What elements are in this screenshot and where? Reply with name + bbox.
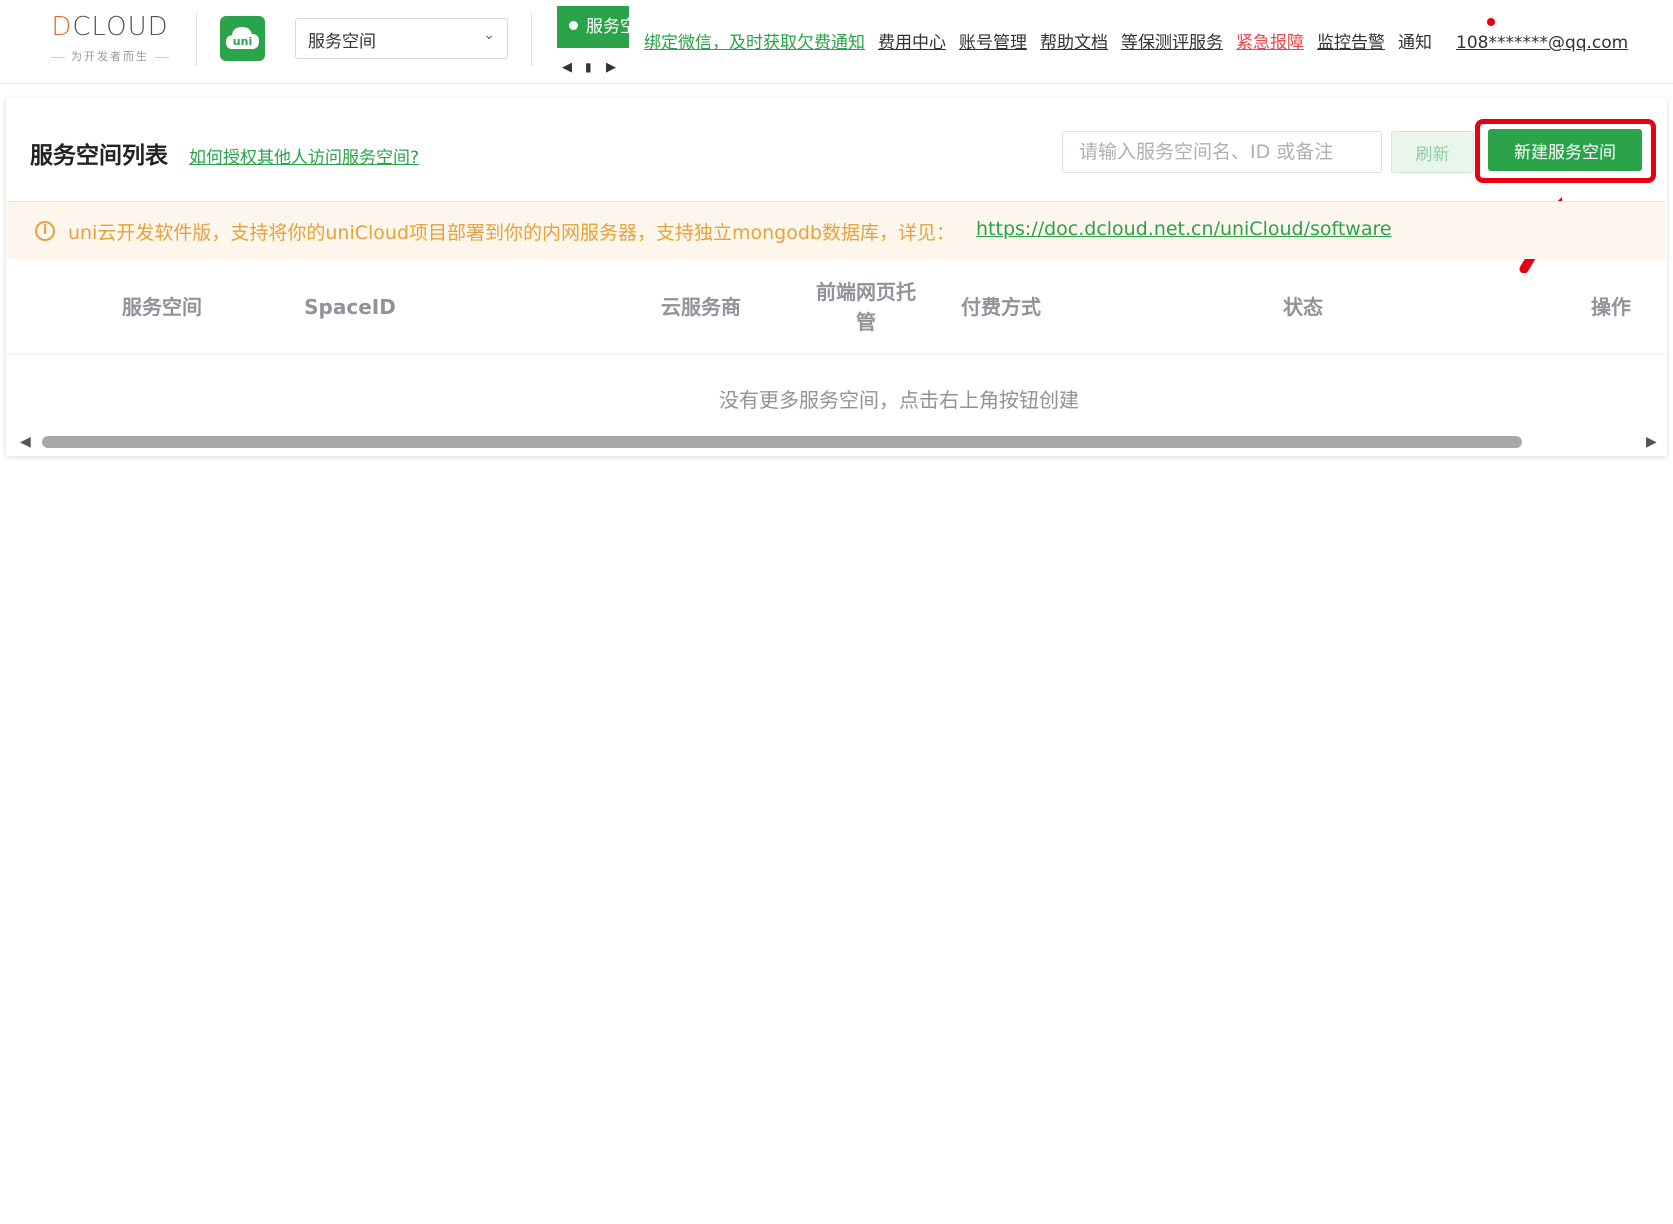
nav-emergency-report[interactable]: 紧急报障 (1236, 28, 1304, 53)
col-space-id: SpaceID (304, 295, 396, 319)
col-status: 状态 (1283, 295, 1323, 319)
logo-wordmark: DCLOUD (51, 12, 169, 42)
nav-account[interactable]: 账号管理 (959, 28, 1027, 53)
page-title: 服务空间列表 (30, 143, 168, 169)
status-dot-icon (569, 20, 578, 30)
tab-scroller: ◀ ▮ ▶ (560, 60, 626, 80)
nav-notifications[interactable]: 通知 (1398, 28, 1432, 53)
caret-left-icon[interactable]: ◀ (562, 60, 572, 75)
tab-service-space[interactable]: 服务空间 (557, 6, 629, 48)
col-service-space: 服务空间 (122, 295, 202, 319)
nav-user-email[interactable]: 108*******@qq.com (1456, 33, 1628, 53)
highlight-annotation (1475, 119, 1656, 183)
col-payment: 付费方式 (961, 295, 1041, 319)
nav-monitor-alert[interactable]: 监控告警 (1317, 28, 1385, 53)
scroll-dot-icon: ▮ (585, 60, 592, 74)
space-select[interactable]: 服务空间 ⌄ (295, 18, 508, 59)
chevron-down-icon: ⌄ (483, 27, 495, 43)
scrollbar-thumb[interactable] (42, 436, 1522, 448)
empty-state-text: 没有更多服务空间，点击右上角按钮创建 (719, 388, 1079, 412)
notice-link[interactable]: https://doc.dcloud.net.cn/uniCloud/softw… (976, 218, 1392, 240)
uni-icon-text: uni (233, 35, 252, 48)
logo-tagline: 为开发者而生 (40, 48, 180, 64)
caret-right-icon[interactable]: ▶ (606, 60, 616, 75)
header-divider (531, 12, 532, 66)
tab-label: 服务空间 (586, 17, 629, 37)
scroll-left-icon[interactable]: ◀ (20, 434, 31, 450)
col-actions: 操作 (1591, 295, 1631, 319)
dcloud-logo[interactable]: DCLOUD 为开发者而生 (40, 12, 180, 68)
scroll-right-icon[interactable]: ▶ (1646, 434, 1657, 450)
notice-text: uni云开发软件版，支持将你的uniCloud项目部署到你的内网服务器，支持独立… (68, 222, 955, 244)
col-cloud-provider: 云服务商 (661, 295, 741, 319)
col-web-hosting: 前端网页托管 (816, 280, 916, 334)
nav-security-evaluation[interactable]: 等保测评服务 (1121, 28, 1223, 53)
nav-help-docs[interactable]: 帮助文档 (1040, 28, 1108, 53)
horizontal-scrollbar[interactable]: ◀ ▶ (6, 430, 1667, 454)
search-input[interactable] (1062, 131, 1382, 173)
space-select-value: 服务空间 (308, 32, 376, 52)
table-header: 服务空间 SpaceID 云服务商 前端网页托管 付费方式 状态 操作 (6, 259, 1667, 355)
authorize-help-link[interactable]: 如何授权其他人访问服务空间? (189, 143, 419, 168)
refresh-button[interactable]: 刷新 (1391, 131, 1474, 173)
top-nav: 绑定微信，及时获取欠费通知 费用中心 账号管理 帮助文档 等保测评服务 紧急报障 监控告警通… (644, 28, 1641, 54)
notification-badge (1487, 18, 1495, 26)
info-icon: i (35, 221, 55, 241)
header-divider (196, 12, 197, 66)
nav-bind-wechat[interactable]: 绑定微信，及时获取欠费通知 (644, 28, 865, 53)
software-notice: i uni云开发软件版，支持将你的uniCloud项目部署到你的内网服务器，支持… (7, 201, 1666, 259)
top-header: DCLOUD 为开发者而生 uni 服务空间 ⌄ 服务空间 ◀ ▮ ▶ 绑定微信… (0, 0, 1673, 84)
unicloud-icon[interactable]: uni (220, 16, 265, 61)
nav-billing[interactable]: 费用中心 (878, 28, 946, 53)
space-list-card: 服务空间列表 如何授权其他人访问服务空间? 刷新 新建服务空间 i uni云开发… (6, 98, 1667, 456)
